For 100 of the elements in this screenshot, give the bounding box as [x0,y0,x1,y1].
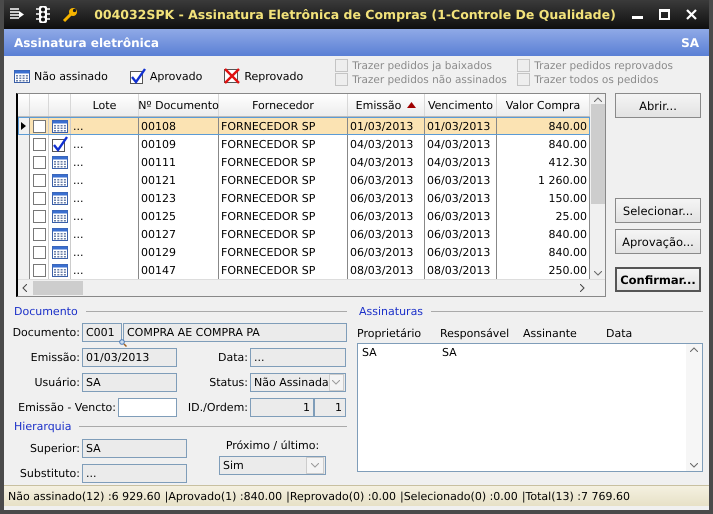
row-checkbox[interactable] [32,174,46,186]
row-checkbox[interactable] [32,264,46,276]
status-text: |Reprovado(0) :0.00 [286,490,396,502]
input-field[interactable] [118,398,177,416]
table-cell: 06/03/2013 [348,171,425,189]
group-title: Assinaturas [359,305,424,318]
checkbox-label: Trazer pedidos reprovados [534,60,674,72]
scroll-up-icon[interactable] [690,347,698,352]
table-cell: 00127 [139,225,219,243]
column-header[interactable]: Lote [71,94,139,116]
table-cell: ... [71,189,139,207]
table-cell: 00121 [139,171,219,189]
substitute-field: ... [82,464,187,482]
table-row[interactable]: ... 00127 FORNECEDOR SP 06/03/2013 06/03/2013 840.00 [18,225,590,243]
action-button[interactable]: Abrir... [615,93,701,118]
row-checkbox[interactable] [32,228,46,240]
user-name: SA [681,36,699,50]
table-row[interactable]: ... 00129 FORNECEDOR SP 06/03/2013 06/03/2013 840.00 [18,243,590,261]
list-cell-text: SA [362,346,378,359]
field-label: ID./Ordem: [186,400,249,414]
close-icon[interactable] [686,9,697,20]
column-header[interactable]: Vencimento [425,94,497,116]
table-cell: 00123 [139,189,219,207]
status-text: |Total(13) :7 769.60 [522,490,630,502]
column-header[interactable]: Emissão [348,94,425,116]
table-cell: ... [71,243,139,261]
calendar-icon [52,192,68,204]
legend-label: Reprovado [244,70,304,82]
legend-label: Não assinado [34,70,108,82]
action-button[interactable]: Aprovação... [615,229,701,254]
action-button[interactable]: Selecionar... [615,198,701,223]
table-cell: 04/03/2013 [348,135,425,153]
code-field[interactable]: C001 [82,322,122,342]
row-checkbox[interactable] [32,210,46,222]
table-cell: 06/03/2013 [425,243,497,261]
status-text: |Aprovado(1) :840.00 [164,490,282,502]
table-cell: 00109 [139,135,219,153]
column-header: Responsável [440,327,510,340]
calendar-icon [52,246,68,258]
checkbox-label: Trazer todos os pedidos [534,74,658,86]
table-cell: ... [71,117,139,135]
scrollbar-thumb[interactable] [33,281,83,295]
row-checkbox[interactable] [32,120,46,132]
legend-label: Aprovado [150,70,202,82]
table-row[interactable]: ... 00121 FORNECEDOR SP 06/03/2013 06/03/2013 1 260.00 [18,171,590,189]
maximize-icon[interactable] [659,9,670,20]
field-label: Status: [208,376,249,388]
table-cell: 00129 [139,243,219,261]
group-title: Documento [14,305,78,318]
table-cell: 06/03/2013 [425,171,497,189]
calendar-icon [52,264,68,276]
row-checkbox[interactable] [32,192,46,204]
scrollbar-thumb[interactable] [590,104,604,204]
column-header[interactable]: Fornecedor [219,94,348,116]
field-label: Próximo / último: [226,439,320,452]
calendar-icon [52,156,68,168]
wrench-icon[interactable] [62,6,78,22]
calendar-icon [14,70,30,82]
table-cell: FORNECEDOR SP [219,189,348,207]
table-cell: 04/03/2013 [425,135,497,153]
cross-icon [224,68,240,84]
next-last-dropdown[interactable]: Sim [219,456,326,475]
row-checkbox[interactable] [32,156,46,168]
scroll-right-icon[interactable] [580,284,585,292]
order-field: 1 [314,398,346,416]
table-cell: 06/03/2013 [348,189,425,207]
table-cell: 00111 [139,153,219,171]
column-header: Data [606,327,634,340]
scroll-left-icon[interactable] [22,284,27,292]
table-row[interactable]: ... 00125 FORNECEDOR SP 06/03/2013 06/03/2013 25.00 [18,207,590,225]
table-cell: 04/03/2013 [348,153,425,171]
table-cell: FORNECEDOR SP [219,225,348,243]
table-cell: 01/03/2013 [425,117,497,135]
status-dropdown[interactable]: Não Assinada [250,372,346,392]
table-cell: ... [71,153,139,171]
row-checkbox[interactable] [32,138,46,150]
row-checkbox[interactable] [32,246,46,258]
table-cell: FORNECEDOR SP [219,243,348,261]
table-cell: 00108 [139,117,219,135]
panel-title: Assinatura eletrônica [14,36,159,50]
column-header[interactable]: Nº Documento [139,94,219,116]
search-icon[interactable] [119,338,127,346]
table-cell: 04/03/2013 [425,153,497,171]
scroll-down-icon[interactable] [594,271,602,276]
checkbox-label: Trazer pedidos não assinados [352,74,507,86]
table-row[interactable]: ... 00108 FORNECEDOR SP 01/03/2013 01/03/2013 840.00 [18,117,590,135]
table-row[interactable]: ... 00111 FORNECEDOR SP 04/03/2013 04/03/2013 412.30 [18,153,590,171]
action-button[interactable]: Confirmar... [615,267,701,292]
description-field: COMPRA AE COMPRA PA [123,322,347,342]
group-title: Hierarquia [14,420,72,433]
table-cell: 06/03/2013 [425,189,497,207]
table-row[interactable]: ... 00109 FORNECEDOR SP 04/03/2013 04/03/2013 840.00 [18,135,590,153]
date-field: 01/03/2013 [82,348,177,366]
status-text: |Selecionado(0) :0.00 [400,490,518,502]
traffic-light-icon[interactable] [36,6,50,23]
menu-icon[interactable] [10,8,24,21]
calendar-icon [52,120,68,132]
scroll-up-icon[interactable] [594,97,602,102]
scroll-down-icon[interactable] [690,463,698,468]
table-row[interactable]: ... 00123 FORNECEDOR SP 06/03/2013 06/03/2013 150.00 [18,189,590,207]
